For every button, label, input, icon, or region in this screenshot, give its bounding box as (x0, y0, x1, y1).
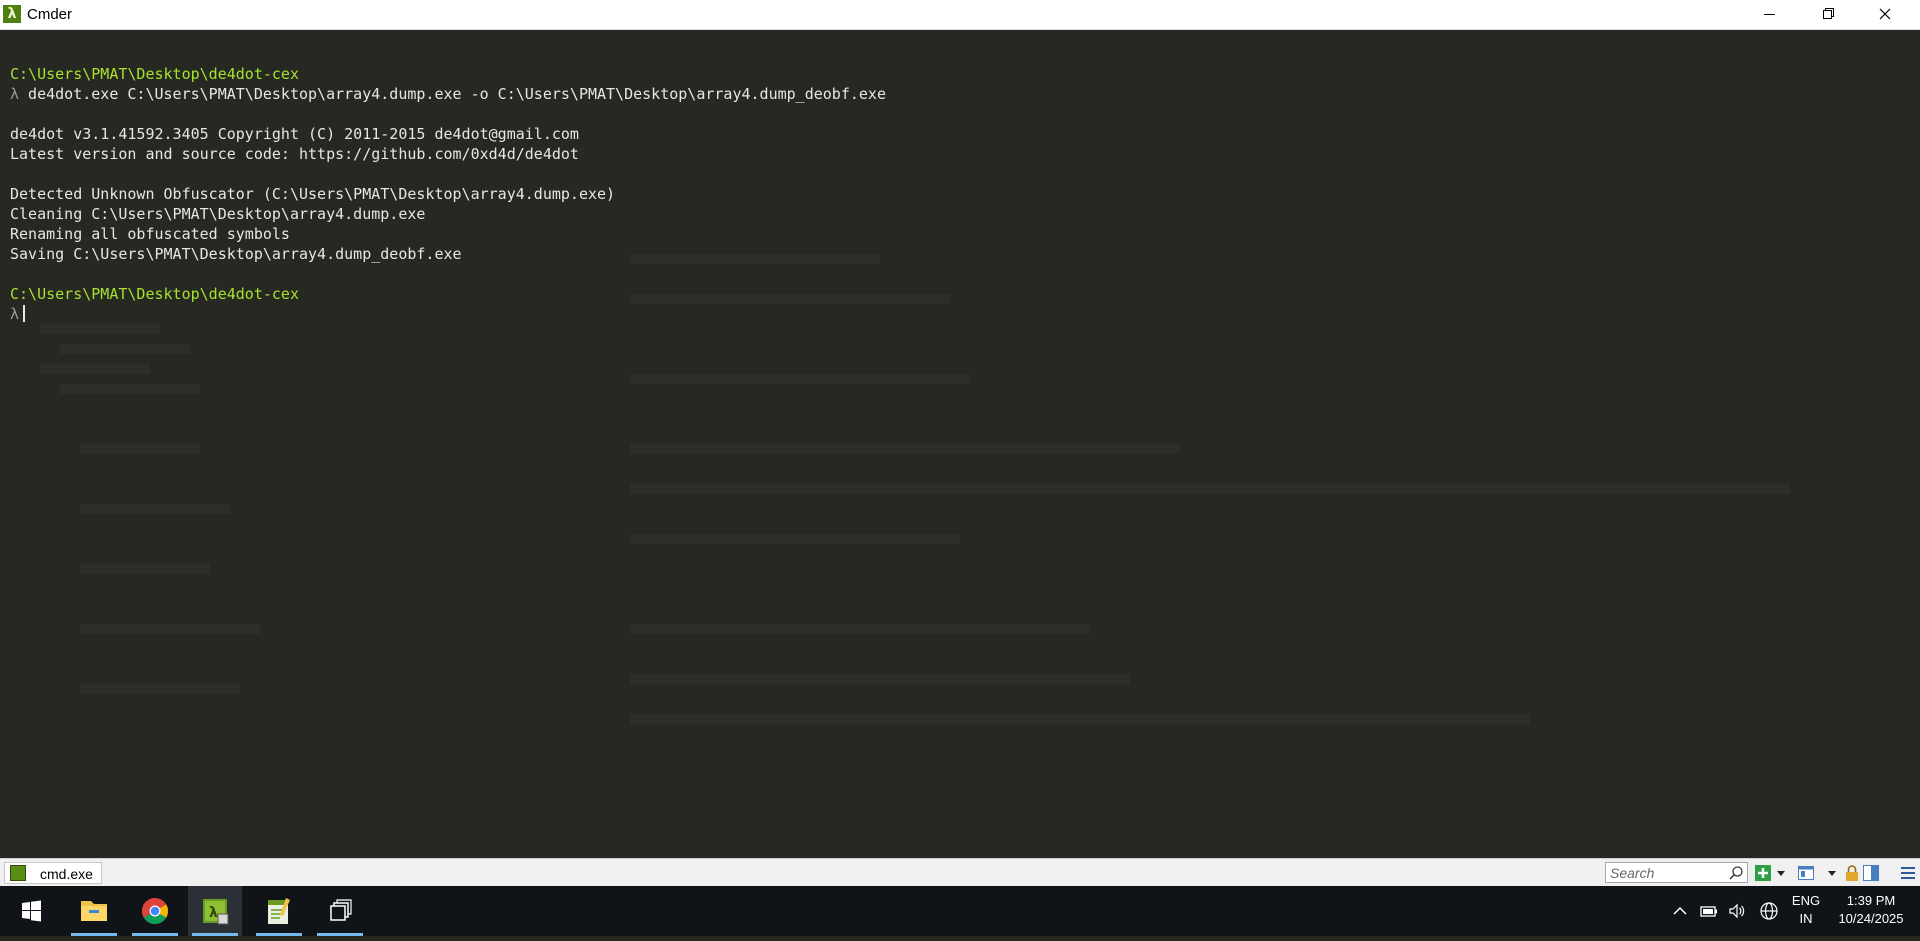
terminal-line: C:\Users\PMAT\Desktop\de4dot-cex (10, 284, 886, 304)
taskbar-notepad[interactable] (252, 886, 306, 936)
region-code: IN (1799, 911, 1813, 926)
terminal-line: Cleaning C:\Users\PMAT\Desktop\array4.du… (10, 204, 886, 224)
search-icon[interactable] (1728, 865, 1744, 881)
tab-label: cmd.exe (40, 866, 93, 882)
terminal-line: Renaming all obfuscated symbols (10, 224, 886, 244)
new-console-icon[interactable] (1754, 864, 1772, 882)
windows-start-icon (22, 900, 41, 922)
command-text: de4dot.exe C:\Users\PMAT\Desktop\array4.… (19, 85, 886, 103)
taskbar: λ ENG IN 1:39 PM 10/24/2025 (0, 886, 1920, 936)
output-text: Latest version and source code: https://… (10, 145, 579, 163)
start-button[interactable] (4, 886, 58, 936)
cmder-window: λ Cmder C:\Users\PMAT\Desktop\de4dot-cex… (0, 0, 1920, 887)
output-text: Detected Unknown Obfuscator (C:\Users\PM… (10, 185, 616, 203)
language-code: ENG (1791, 893, 1821, 908)
lambda-icon: λ (3, 5, 21, 23)
task-view-icon (330, 899, 352, 921)
prompt-lambda: λ (10, 305, 20, 323)
terminal-line: λ (10, 304, 886, 324)
file-explorer-icon (81, 901, 107, 921)
output-text: Cleaning C:\Users\PMAT\Desktop\array4.du… (10, 205, 426, 223)
search-box[interactable] (1605, 862, 1748, 883)
chevron-up-icon[interactable] (1670, 901, 1690, 921)
output-text: de4dot v3.1.41592.3405 Copyright (C) 201… (10, 125, 579, 143)
clock-time: 1:39 PM (1846, 893, 1896, 908)
terminal-line: Saving C:\Users\PMAT\Desktop\array4.dump… (10, 244, 886, 264)
close-icon (1879, 8, 1891, 20)
taskbar-file-explorer[interactable] (67, 886, 121, 936)
cmder-icon: λ (203, 899, 229, 925)
search-input[interactable] (1610, 864, 1720, 881)
clock-date: 10/24/2025 (1838, 911, 1904, 926)
minimize-button[interactable] (1747, 0, 1793, 29)
terminal-line: λ de4dot.exe C:\Users\PMAT\Desktop\array… (10, 84, 886, 104)
svg-text:λ: λ (209, 905, 218, 921)
text-cursor (23, 305, 26, 322)
tab-cmd-exe[interactable]: cmd.exe (4, 862, 102, 884)
layout-icon[interactable] (1797, 864, 1815, 882)
terminal-area[interactable]: C:\Users\PMAT\Desktop\de4dot-cex λ de4do… (0, 30, 1920, 857)
prompt-path: C:\Users\PMAT\Desktop\de4dot-cex (10, 65, 299, 83)
notepad-icon (268, 898, 290, 924)
lock-icon[interactable] (1843, 864, 1861, 882)
prompt-lambda: λ (10, 85, 20, 103)
dropdown-icon[interactable] (1827, 864, 1837, 882)
clock[interactable]: 1:39 PM 10/24/2025 (1826, 893, 1916, 926)
maximize-icon (1823, 8, 1834, 19)
terminal-line: Latest version and source code: https://… (10, 144, 886, 164)
split-icon[interactable] (1862, 864, 1880, 882)
restore-button[interactable] (1805, 0, 1851, 29)
output-text: Renaming all obfuscated symbols (10, 225, 290, 243)
output-text: Saving C:\Users\PMAT\Desktop\array4.dump… (10, 245, 462, 263)
terminal-line: Detected Unknown Obfuscator (C:\Users\PM… (10, 184, 886, 204)
window-title: Cmder (27, 6, 73, 23)
prompt-path: C:\Users\PMAT\Desktop\de4dot-cex (10, 285, 299, 303)
status-bar: cmd.exe (0, 858, 1920, 887)
terminal-line: de4dot v3.1.41592.3405 Copyright (C) 201… (10, 124, 886, 144)
battery-icon[interactable] (1699, 901, 1719, 921)
taskbar-chrome[interactable] (128, 886, 182, 936)
menu-icon[interactable] (1899, 864, 1917, 882)
minimize-icon (1764, 14, 1775, 15)
close-button[interactable] (1862, 0, 1908, 29)
terminal-output: C:\Users\PMAT\Desktop\de4dot-cex λ de4do… (10, 64, 886, 324)
console-tab-icon (10, 865, 26, 881)
globe-network-icon[interactable] (1759, 901, 1779, 921)
taskbar-task-view[interactable] (313, 886, 367, 936)
title-bar[interactable]: λ Cmder (0, 0, 1920, 30)
dropdown-icon[interactable] (1776, 864, 1786, 882)
taskbar-cmder[interactable]: λ (188, 886, 242, 936)
chrome-icon (141, 897, 169, 925)
terminal-line: C:\Users\PMAT\Desktop\de4dot-cex (10, 64, 886, 84)
speaker-icon[interactable] (1727, 901, 1747, 921)
language-indicator[interactable]: ENG IN (1786, 893, 1826, 926)
